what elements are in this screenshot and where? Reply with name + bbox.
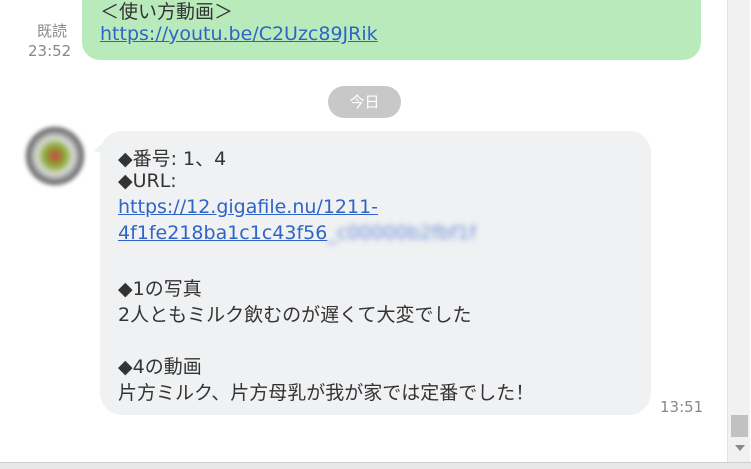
message-line-photo-text: 2人ともミルク飲むのが遅くて大変でした (118, 304, 472, 326)
received-message-time: 13:51 (660, 398, 704, 416)
message-line-number: ◆番号: 1、4 (118, 148, 227, 170)
scroll-down-arrow-icon[interactable] (735, 445, 745, 451)
gigafile-link-line1[interactable]: https://12.gigafile.nu/1211- (118, 196, 378, 218)
sender-avatar[interactable] (26, 127, 84, 185)
sent-message-title: ＜使い方動画＞ (100, 1, 234, 23)
gigafile-link-blurred: _c00000b2fbf1f (327, 222, 477, 244)
message-list[interactable]: ＜使い方動画＞ https://youtu.be/C2Uzc89JRik 既読 … (0, 0, 725, 462)
date-separator: 今日 (328, 86, 401, 118)
sent-message-time: 23:52 (28, 42, 72, 60)
gigafile-link-visible: 4f1fe218ba1c1c43f56 (118, 222, 328, 244)
scrollbar-thumb[interactable] (731, 415, 748, 437)
message-line-video-heading: ◆4の動画 (118, 356, 202, 378)
vertical-scrollbar[interactable] (727, 0, 750, 462)
read-receipt-label: 既読 (37, 22, 68, 40)
message-line-video-text: 片方ミルク、片方母乳が我が家では定番でした！ (118, 382, 535, 404)
message-line-url-label: ◆URL: (118, 170, 177, 192)
sent-message-link[interactable]: https://youtu.be/C2Uzc89JRik (100, 23, 378, 45)
gigafile-link-line2[interactable]: 4f1fe218ba1c1c43f56_c00000b2fbf1f (118, 222, 476, 244)
message-line-photo-heading: ◆1の写真 (118, 278, 202, 300)
chat-window: ＜使い方動画＞ https://youtu.be/C2Uzc89JRik 既読 … (0, 0, 751, 469)
